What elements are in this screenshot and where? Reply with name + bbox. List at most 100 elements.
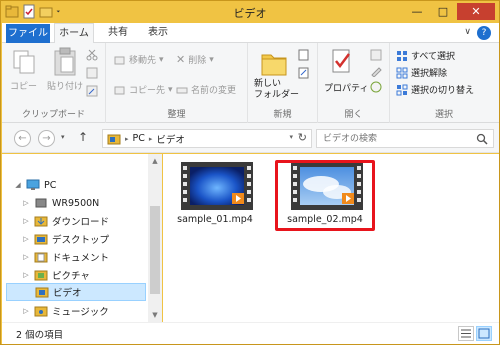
navigation-pane: ◢ PC ▷ WR9500N ▷ ダウンロード ▷ デスクトップ ▷ ドキュメン… — [2, 154, 162, 322]
new-folder-button[interactable]: 新しい フォルダー — [254, 79, 299, 101]
tree-item-label: PC — [44, 179, 57, 191]
title-bar: ビデオ — □ ✕ — [1, 1, 499, 23]
documents-folder-icon — [34, 252, 48, 263]
tree-item-videos[interactable]: ビデオ — [6, 283, 146, 301]
clipboard-group-label: クリップボード — [21, 110, 85, 120]
tree-item-wr9500n[interactable]: ▷ WR9500N — [22, 194, 99, 212]
collapsed-arrow-icon[interactable]: ▷ — [22, 253, 30, 261]
breadcrumb-separator-icon: ▸ — [125, 134, 129, 143]
properties-label: プロパティ — [324, 84, 369, 94]
tree-item-pictures[interactable]: ▷ ピクチャ — [22, 266, 90, 284]
forward-button[interactable]: → — [38, 130, 55, 147]
collapsed-arrow-icon[interactable]: ▷ — [22, 217, 30, 225]
expanded-arrow-icon[interactable]: ◢ — [14, 181, 22, 189]
select-none-button[interactable]: 選択解除 — [396, 66, 447, 79]
refresh-icon[interactable]: ↻ — [298, 131, 307, 144]
scroll-up-icon[interactable]: ▲ — [148, 154, 162, 168]
video-thumbnail-icon — [181, 162, 253, 210]
desktop-folder-icon — [34, 234, 48, 245]
history-icon[interactable] — [370, 81, 384, 93]
large-icons-view-button[interactable] — [476, 326, 492, 341]
tab-view[interactable]: 表示 — [140, 23, 176, 43]
help-icon[interactable]: ? — [477, 26, 491, 40]
back-button[interactable]: ← — [14, 130, 31, 147]
select-group: すべて選択 選択解除 選択の切り替え 選択 — [390, 43, 498, 123]
scroll-down-icon[interactable]: ▼ — [148, 308, 162, 322]
properties-button[interactable]: プロパティ — [324, 81, 368, 94]
dropdown-icon: ▾ — [168, 84, 173, 95]
rename-button[interactable]: 名前の変更 — [176, 83, 236, 96]
breadcrumb-video[interactable]: ビデオ — [156, 132, 185, 146]
search-icon[interactable] — [476, 133, 488, 145]
dropdown-icon: ▾ — [159, 54, 164, 65]
details-view-icon — [461, 329, 471, 338]
collapsed-arrow-icon[interactable]: ▷ — [22, 271, 30, 279]
collapsed-arrow-icon[interactable]: ▷ — [22, 199, 30, 207]
pc-icon — [26, 179, 40, 190]
select-none-icon — [396, 67, 408, 78]
status-bar: 2 個の項目 — [2, 322, 499, 344]
collapsed-arrow-icon[interactable]: ▷ — [22, 307, 30, 315]
tree-item-music[interactable]: ▷ ミュージック — [22, 302, 109, 320]
tree-item-downloads[interactable]: ▷ ダウンロード — [22, 212, 109, 230]
recent-locations-icon[interactable]: ▾ — [61, 133, 65, 141]
rename-label: 名前の変更 — [191, 86, 237, 96]
tree-item-documents[interactable]: ▷ ドキュメント — [22, 248, 109, 266]
new-folder-icon — [261, 54, 287, 76]
address-dropdown-icon[interactable]: ▾ — [289, 133, 293, 141]
tree-item-pc[interactable]: ◢ PC — [14, 176, 56, 194]
select-group-label: 選択 — [434, 110, 453, 120]
large-icons-view-icon — [478, 328, 490, 339]
tree-item-label: デスクトップ — [52, 235, 110, 246]
new-group: 新しい フォルダー 新規 — [248, 43, 318, 123]
breadcrumb-pc[interactable]: PC — [133, 133, 145, 144]
tab-file[interactable]: ファイル — [6, 24, 50, 43]
nav-scrollbar[interactable]: ▲ ▼ — [148, 154, 162, 322]
maximize-button[interactable]: □ — [431, 3, 455, 20]
move-to-button[interactable]: 移動先 ▾ — [114, 53, 164, 66]
expand-ribbon-icon[interactable]: ∨ — [464, 27, 471, 37]
address-bar-row: ← → ▾ ↑ ▸ PC ▸ ビデオ ▾ ↻ — [2, 123, 499, 153]
paste-button[interactable]: 貼り付け — [47, 79, 83, 92]
copy-to-button[interactable]: コピー先 ▾ — [114, 83, 173, 96]
move-to-label: 移動先 — [129, 56, 157, 66]
easy-access-icon[interactable] — [298, 67, 312, 79]
select-none-label: 選択解除 — [411, 69, 448, 79]
select-all-icon — [397, 50, 407, 61]
address-box[interactable]: ▸ PC ▸ ビデオ ▾ ↻ — [102, 129, 312, 148]
copy-to-icon — [114, 86, 125, 94]
up-button[interactable]: ↑ — [78, 130, 88, 144]
close-button[interactable]: ✕ — [457, 3, 495, 20]
scroll-thumb[interactable] — [150, 206, 160, 294]
open-icon[interactable] — [370, 49, 384, 61]
tab-share[interactable]: 共有 — [100, 23, 136, 43]
file-name: sample_01.mp4 — [177, 214, 253, 225]
properties-icon — [332, 49, 350, 73]
copy-button[interactable]: コピー — [10, 79, 37, 92]
search-input[interactable] — [317, 130, 467, 147]
search-box[interactable] — [316, 129, 494, 148]
tree-item-desktop[interactable]: ▷ デスクトップ — [22, 230, 109, 248]
copy-path-icon[interactable] — [86, 67, 98, 79]
copy-label: コピー — [10, 82, 38, 92]
pictures-folder-icon — [34, 270, 48, 281]
select-all-label: すべて選択 — [411, 52, 456, 62]
invert-selection-label: 選択の切り替え — [411, 86, 475, 96]
details-view-button[interactable] — [458, 326, 474, 341]
tab-home[interactable]: ホーム — [54, 23, 94, 44]
highlight-annotation — [275, 160, 375, 231]
cut-icon[interactable] — [86, 49, 98, 61]
new-item-icon[interactable] — [298, 49, 312, 61]
tree-item-label: WR9500N — [52, 197, 100, 209]
invert-selection-button[interactable]: 選択の切り替え — [396, 83, 474, 96]
edit-icon[interactable] — [370, 65, 384, 77]
file-tile-sample-01[interactable]: sample_01.mp4 — [167, 158, 263, 230]
paste-shortcut-icon[interactable] — [86, 85, 98, 97]
downloads-folder-icon — [34, 216, 48, 227]
file-list: sample_01.mp4 sample_02.mp4 — [163, 154, 499, 322]
open-group: プロパティ 開く — [318, 43, 390, 123]
minimize-button[interactable]: — — [405, 3, 429, 20]
collapsed-arrow-icon[interactable]: ▷ — [22, 235, 30, 243]
delete-button[interactable]: ✕ 削除 ▾ — [176, 53, 214, 66]
select-all-button[interactable]: すべて選択 — [396, 49, 455, 62]
